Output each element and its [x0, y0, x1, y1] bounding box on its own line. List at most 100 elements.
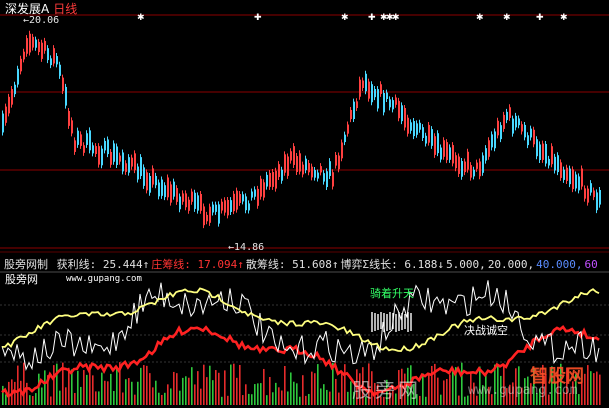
volume-bar: [263, 368, 265, 405]
volume-bar: [152, 387, 154, 405]
volume-bar: [590, 371, 592, 405]
candle-body: [497, 120, 499, 136]
volume-bar: [422, 373, 424, 405]
candle-body: [323, 173, 325, 182]
volume-bar: [125, 379, 127, 405]
volume-bar: [461, 362, 463, 405]
candle-body: [230, 200, 232, 212]
volume-bar: [209, 365, 211, 405]
candle-body: [164, 185, 166, 198]
candle-body: [422, 127, 424, 138]
candle-body: [101, 148, 103, 166]
candle-body: [218, 204, 220, 224]
candle-body: [251, 191, 253, 198]
candle-body: [521, 124, 523, 132]
candle-body: [344, 134, 346, 143]
candle-body: [461, 161, 463, 177]
candle-body: [272, 172, 274, 187]
volume-bar: [53, 365, 55, 405]
volume-bar: [269, 376, 271, 405]
annotation-top: 骑着升天: [370, 287, 414, 300]
candle-body: [410, 122, 412, 131]
candle-body: [383, 92, 385, 113]
volume-bar: [248, 393, 250, 405]
candle-body: [308, 163, 310, 173]
candle-body: [527, 135, 529, 146]
candle-body: [89, 130, 91, 151]
candle-body: [488, 140, 490, 157]
candle-body: [299, 153, 301, 172]
volume-bar: [299, 396, 301, 405]
period-label[interactable]: 日线: [53, 2, 77, 16]
candle-body: [35, 39, 37, 48]
volume-bar: [173, 371, 175, 405]
candle-body: [548, 158, 550, 166]
volume-bar: [140, 367, 142, 405]
volume-bar: [128, 378, 130, 405]
candle-body: [17, 68, 19, 85]
candle-body: [5, 106, 7, 123]
chart-canvas[interactable]: ✱ ✚ ✱ ✚ ✱✱✱ ✱ ✱ ✚ ✱: [0, 0, 609, 408]
volume-bar: [122, 392, 124, 405]
candle-body: [290, 151, 292, 161]
candle-body: [227, 199, 229, 216]
volume-bar: [254, 384, 256, 405]
candle-body: [491, 134, 493, 148]
volume-bar: [104, 380, 106, 405]
candle-body: [269, 172, 271, 187]
candle-body: [32, 36, 34, 48]
candle-body: [191, 191, 193, 202]
volume-bar: [26, 382, 28, 405]
candle-body: [431, 129, 433, 146]
volume-bar: [23, 362, 25, 405]
candle-body: [536, 139, 538, 157]
candle-body: [233, 193, 235, 212]
indicator-legend: 股旁网制 获利线: 25.444↑ 庄筹线: 17.094↑ 散筹线: 51.608…: [4, 256, 602, 272]
candle-body: [545, 143, 547, 164]
volume-bar: [284, 365, 286, 405]
candle-body: [260, 178, 262, 197]
volume-bar: [341, 373, 343, 405]
volume-bar: [44, 370, 46, 405]
signal-mark: ✱: [560, 13, 568, 23]
candle-body: [140, 157, 142, 176]
candle-body: [347, 124, 349, 134]
volume-bar: [98, 391, 100, 405]
volume-bar: [425, 396, 427, 405]
candle-body: [203, 206, 205, 226]
candle-body: [317, 172, 319, 179]
candle-body: [119, 155, 121, 162]
candle-body: [449, 147, 451, 160]
candle-body: [8, 96, 10, 114]
candle-body: [413, 121, 415, 137]
volume-bar: [260, 383, 262, 405]
candle-body: [2, 113, 4, 133]
volume-bar: [200, 388, 202, 405]
volume-bar: [146, 365, 148, 405]
volume-bar: [83, 370, 85, 405]
volume-bar: [56, 363, 58, 405]
volume-bar: [230, 364, 232, 405]
candle-body: [473, 169, 475, 177]
watermark-text: 股旁网: [352, 378, 421, 402]
volume-bar: [155, 380, 157, 405]
candle-body: [128, 157, 130, 173]
candle-body: [56, 56, 58, 65]
candle-body: [185, 193, 187, 208]
volume-bar: [164, 392, 166, 405]
volume-bar: [17, 365, 19, 405]
volume-bar: [275, 382, 277, 405]
candle-body: [50, 58, 52, 66]
candle-body: [557, 155, 559, 173]
candle-body: [485, 148, 487, 161]
candle-body: [560, 162, 562, 178]
volume-bar: [308, 393, 310, 405]
candle-body: [320, 166, 322, 173]
candle-body: [23, 51, 25, 60]
candle-body: [149, 176, 151, 193]
volume-bar: [251, 394, 253, 405]
candle-body: [479, 161, 481, 177]
volume-bar: [131, 381, 133, 405]
volume-bar: [317, 364, 319, 405]
candle-body: [500, 125, 502, 140]
